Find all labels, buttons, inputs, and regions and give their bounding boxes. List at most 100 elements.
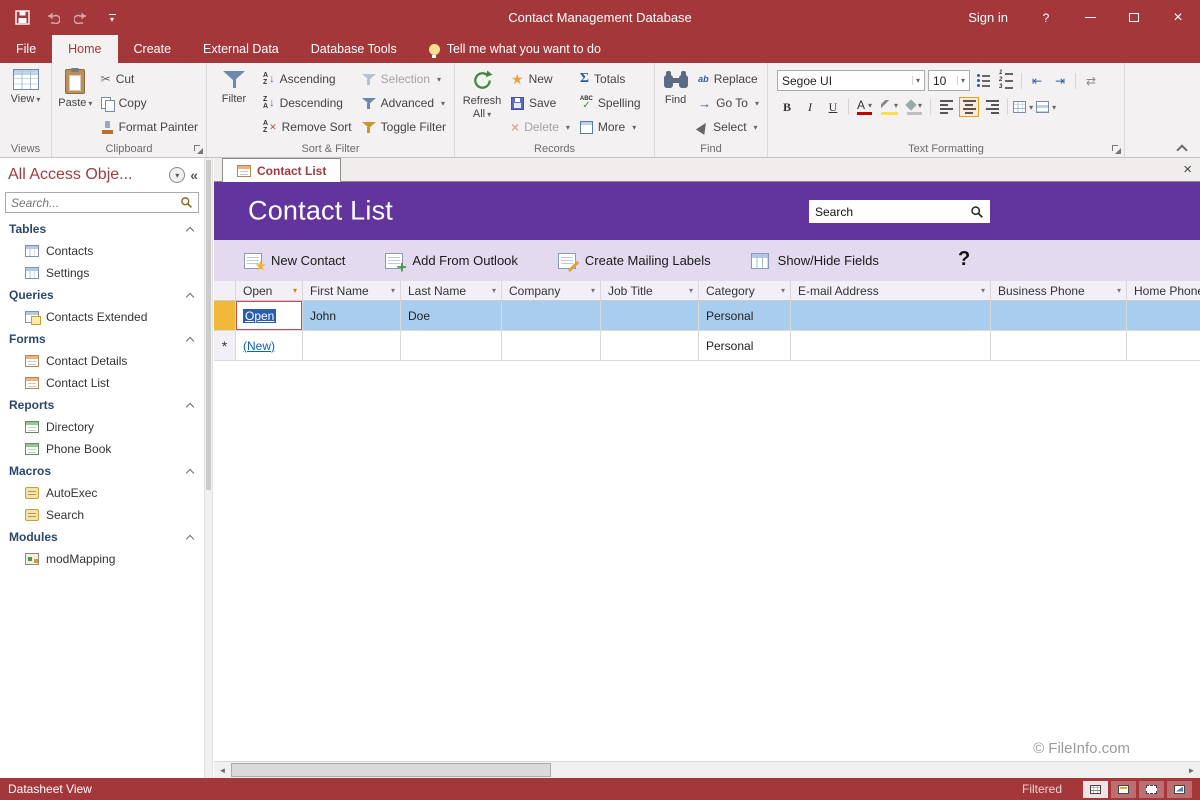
format-painter-button[interactable]: Format Painter <box>96 115 203 139</box>
scrollbar-thumb[interactable] <box>206 160 211 490</box>
tab-file[interactable]: File <box>0 35 52 63</box>
record-selector[interactable] <box>214 301 236 330</box>
column-header-business-phone[interactable]: Business Phone▾ <box>991 281 1127 300</box>
font-color-button[interactable]: A▾ <box>854 97 875 117</box>
cell-company[interactable] <box>502 301 601 330</box>
cell-last-name[interactable]: Doe <box>401 301 502 330</box>
select-button[interactable]: Select▾ <box>693 115 764 139</box>
column-dropdown-icon[interactable]: ▾ <box>686 286 696 295</box>
nav-search-input[interactable] <box>11 196 176 210</box>
ascending-button[interactable]: AZ↓ Ascending <box>258 67 357 91</box>
create-mailing-labels-button[interactable]: Create Mailing Labels <box>558 253 711 269</box>
document-tab-contact-list[interactable]: Contact List <box>222 158 341 182</box>
find-button[interactable]: Find <box>658 66 693 140</box>
nav-item-contact-details[interactable]: Contact Details <box>0 350 204 372</box>
nav-item-phone-book[interactable]: Phone Book <box>0 438 204 460</box>
text-formatting-dialog-launcher-icon[interactable] <box>1111 144 1121 154</box>
cell-last-name[interactable] <box>401 331 502 360</box>
statusbar-form-view-button[interactable] <box>1111 781 1136 798</box>
decrease-indent-button[interactable]: ⇤ <box>1027 71 1047 91</box>
column-dropdown-icon[interactable]: ▾ <box>588 286 598 295</box>
scroll-right-icon[interactable]: ► <box>1183 762 1200 778</box>
cell-open[interactable]: (New) <box>236 331 303 360</box>
cell-first-name[interactable]: John <box>303 301 401 330</box>
column-dropdown-icon[interactable]: ▾ <box>778 286 788 295</box>
collapse-ribbon-icon[interactable] <box>1176 143 1188 153</box>
nav-pane-title[interactable]: All Access Obje... <box>8 166 164 184</box>
statusbar-datasheet-view-button[interactable] <box>1083 781 1108 798</box>
nav-pane-scrollbar[interactable] <box>205 158 213 778</box>
filter-button[interactable]: Filter <box>210 66 258 140</box>
advanced-button[interactable]: Advanced▾ <box>357 91 451 115</box>
gridlines-button[interactable]: ▾ <box>1013 97 1033 117</box>
font-name-combo[interactable]: Segoe UI▾ <box>777 70 925 91</box>
cell-category[interactable]: Personal <box>699 301 791 330</box>
horizontal-scrollbar[interactable]: ◄ ► <box>214 761 1200 778</box>
spelling-button[interactable]: ABC✓ Spelling <box>575 91 646 115</box>
column-dropdown-icon[interactable]: ▾ <box>978 286 988 295</box>
column-dropdown-icon[interactable]: ▾ <box>489 286 499 295</box>
tell-me-box[interactable]: Tell me what you want to do <box>413 35 617 63</box>
delete-record-button[interactable]: × Delete▾ <box>506 115 575 139</box>
clipboard-dialog-launcher-icon[interactable] <box>193 144 203 154</box>
nav-item-directory[interactable]: Directory <box>0 416 204 438</box>
nav-pane-menu-icon[interactable]: ▾ <box>169 167 185 183</box>
nav-group-modules[interactable]: Modules <box>0 526 204 548</box>
cell-category[interactable]: Personal <box>699 331 791 360</box>
cell-email-address[interactable] <box>791 331 991 360</box>
nav-item-settings[interactable]: Settings <box>0 262 204 284</box>
save-record-button[interactable]: Save <box>506 91 575 115</box>
undo-icon[interactable] <box>38 5 66 31</box>
more-button[interactable]: More▾ <box>575 115 646 139</box>
help-button[interactable]: ? <box>1024 0 1068 35</box>
nav-item-search[interactable]: Search <box>0 504 204 526</box>
form-search-input[interactable] <box>815 205 966 219</box>
nav-item-contact-list[interactable]: Contact List <box>0 372 204 394</box>
close-document-icon[interactable]: × <box>1183 160 1192 180</box>
status-filtered-label[interactable]: Filtered <box>1022 782 1062 796</box>
save-icon[interactable] <box>8 5 36 31</box>
redo-icon[interactable] <box>68 5 96 31</box>
totals-button[interactable]: Σ Totals <box>575 67 646 91</box>
column-dropdown-icon[interactable]: ▾ <box>388 286 398 295</box>
copy-button[interactable]: Copy <box>96 91 203 115</box>
text-direction-button[interactable]: ⇄ <box>1081 71 1101 91</box>
increase-indent-button[interactable]: ⇥ <box>1050 71 1070 91</box>
paste-button[interactable]: Paste▾ <box>55 66 96 140</box>
show-hide-fields-button[interactable]: Show/Hide Fields <box>751 253 879 269</box>
highlight-color-button[interactable]: ▾ <box>878 97 901 117</box>
scroll-left-icon[interactable]: ◄ <box>214 762 231 778</box>
sign-in-button[interactable]: Sign in <box>952 10 1024 25</box>
align-center-button[interactable] <box>959 97 979 117</box>
bold-button[interactable]: B <box>777 97 797 117</box>
align-right-button[interactable] <box>982 97 1002 117</box>
help-icon[interactable]: ? <box>958 248 970 271</box>
close-button[interactable]: × <box>1156 0 1200 35</box>
nav-item-autoexec[interactable]: AutoExec <box>0 482 204 504</box>
cell-home-phone[interactable] <box>1127 331 1200 360</box>
new-record-selector[interactable]: * <box>214 331 236 360</box>
font-size-combo[interactable]: 10▾ <box>928 70 970 91</box>
statusbar-layout-view-button[interactable] <box>1139 781 1164 798</box>
column-header-email-address[interactable]: E-mail Address▾ <box>791 281 991 300</box>
scrollbar-thumb[interactable] <box>231 763 551 777</box>
column-header-job-title[interactable]: Job Title▾ <box>601 281 699 300</box>
column-header-company[interactable]: Company▾ <box>502 281 601 300</box>
nav-group-queries[interactable]: Queries <box>0 284 204 306</box>
tab-database-tools[interactable]: Database Tools <box>295 35 413 63</box>
bullets-button[interactable] <box>973 71 993 91</box>
descending-button[interactable]: ZA↓ Descending <box>258 91 357 115</box>
background-color-button[interactable]: ▾ <box>904 97 925 117</box>
nav-pane-collapse-icon[interactable]: « <box>190 167 198 183</box>
cell-first-name[interactable] <box>303 331 401 360</box>
tab-create[interactable]: Create <box>118 35 188 63</box>
column-header-home-phone[interactable]: Home Phone <box>1127 281 1200 300</box>
nav-group-forms[interactable]: Forms <box>0 328 204 350</box>
remove-sort-button[interactable]: AZ✕ Remove Sort <box>258 115 357 139</box>
cell-job-title[interactable] <box>601 301 699 330</box>
cell-company[interactable] <box>502 331 601 360</box>
numbering-button[interactable] <box>996 71 1016 91</box>
align-left-button[interactable] <box>936 97 956 117</box>
cell-business-phone[interactable] <box>991 301 1127 330</box>
refresh-all-button[interactable]: RefreshAll▾ <box>458 66 506 140</box>
